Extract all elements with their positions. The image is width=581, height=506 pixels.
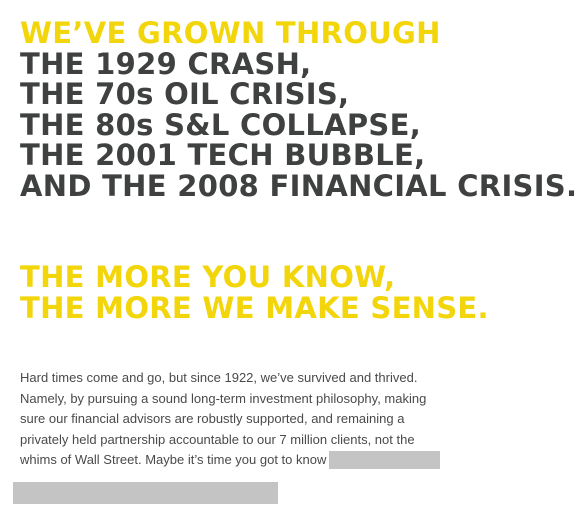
tagline: THE MORE YOU KNOW, THE MORE WE MAKE SENS…: [20, 262, 489, 323]
headline-event: THE 2001 TECH BUBBLE,: [20, 138, 426, 172]
redacted-block: [13, 482, 278, 504]
body-line-last: whims of Wall Street. Maybe it’s time yo…: [20, 450, 540, 471]
tagline-line: THE MORE YOU KNOW,: [20, 260, 396, 294]
headline-event: THE 70s OIL CRISIS,: [20, 77, 350, 111]
redacted-name: [329, 451, 441, 469]
body-copy: Hard times come and go, but since 1922, …: [20, 368, 540, 471]
tagline-line: THE MORE WE MAKE SENSE.: [20, 290, 489, 325]
advertisement: WE’VE GROWN THROUGH THE 1929 CRASH, THE …: [0, 0, 581, 506]
headline-event: AND THE 2008 FINANCIAL CRISIS.: [20, 168, 578, 203]
headline-lead: WE’VE GROWN THROUGH: [20, 16, 441, 50]
body-line: sure our financial advisors are robustly…: [20, 411, 405, 426]
headline-event: THE 80s S&L COLLAPSE,: [20, 107, 422, 142]
headline: WE’VE GROWN THROUGH THE 1929 CRASH, THE …: [20, 18, 577, 201]
body-line: Hard times come and go, but since 1922, …: [20, 370, 418, 385]
body-line: Namely, by pursuing a sound long-term in…: [20, 390, 427, 406]
headline-event: THE 1929 CRASH,: [20, 46, 312, 81]
body-line-text: whims of Wall Street. Maybe it’s time yo…: [20, 452, 327, 467]
body-line: privately held partnership accountable t…: [20, 431, 415, 447]
